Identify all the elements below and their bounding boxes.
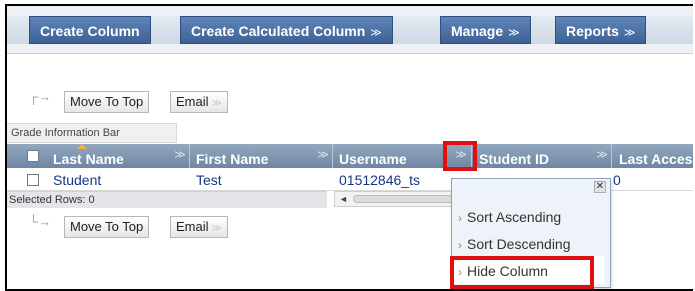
chevron-right-icon: ›	[458, 238, 462, 252]
double-chevron-down-icon: ≫	[211, 98, 222, 109]
cell-first-name: Test	[196, 172, 222, 188]
column-menu-icon[interactable]: ≫	[595, 148, 609, 162]
column-divider	[611, 144, 612, 168]
chevron-right-icon: ›	[458, 211, 462, 225]
corner-arrow-icon: └→	[29, 214, 52, 229]
cell-edge-digit: 0	[613, 172, 621, 188]
close-icon[interactable]: ✕	[594, 181, 606, 193]
grade-information-bar[interactable]: Grade Information Bar	[7, 123, 177, 143]
email-button-bottom[interactable]: Email ≫	[170, 216, 228, 238]
create-calculated-column-label: Create Calculated Column	[191, 23, 366, 39]
scroll-left-icon[interactable]: ◄	[339, 192, 348, 206]
highlight-hide-column	[450, 256, 594, 289]
reports-button[interactable]: Reports ≫	[555, 16, 647, 44]
cell-username: 01512846_ts	[339, 172, 420, 188]
move-to-top-button-bottom[interactable]: Move To Top	[64, 216, 150, 238]
gradebook-frame: Create Column Create Calculated Column ≫ …	[5, 4, 693, 291]
cell-last-name[interactable]: Student	[53, 169, 101, 191]
double-chevron-down-icon: ≫	[508, 27, 520, 39]
column-header-last-name[interactable]: Last Name	[47, 144, 167, 168]
manage-button[interactable]: Manage ≫	[440, 16, 531, 44]
horizontal-scrollbar[interactable]: ◄	[334, 191, 454, 207]
menu-item-label: Sort Descending	[467, 236, 571, 252]
highlight-column-menu	[443, 141, 477, 171]
create-column-label: Create Column	[40, 23, 140, 39]
selected-rows-count: Selected Rows: 0	[7, 191, 327, 208]
menu-item-sort-descending[interactable]: › Sort Descending	[458, 236, 571, 252]
create-calculated-column-button[interactable]: Create Calculated Column ≫	[180, 16, 393, 44]
create-column-button[interactable]: Create Column	[29, 16, 151, 44]
manage-label: Manage	[451, 23, 504, 39]
column-menu-icon[interactable]: ≫	[316, 148, 330, 162]
column-header-first-name[interactable]: First Name	[190, 144, 310, 168]
double-chevron-down-icon: ≫	[623, 27, 636, 39]
move-to-top-button-top[interactable]: Move To Top	[64, 91, 150, 113]
email-button-top[interactable]: Email ≫	[170, 91, 228, 113]
reports-label: Reports	[566, 23, 619, 39]
scrollbar-thumb[interactable]	[353, 195, 453, 203]
email-label: Email	[176, 219, 209, 234]
column-header-username[interactable]: Username	[333, 144, 443, 168]
column-header-last-access[interactable]: Last Acces	[613, 144, 693, 168]
column-header-student-id[interactable]: Student ID	[473, 144, 583, 168]
email-label: Email	[176, 94, 209, 109]
double-chevron-down-icon: ≫	[370, 27, 382, 39]
row-checkbox[interactable]	[27, 174, 39, 186]
column-menu-icon[interactable]: ≫	[173, 148, 187, 162]
menu-item-sort-ascending[interactable]: › Sort Ascending	[458, 209, 561, 225]
double-chevron-down-icon: ≫	[211, 223, 222, 234]
menu-item-label: Sort Ascending	[467, 209, 562, 225]
select-all-checkbox[interactable]	[27, 150, 39, 162]
corner-arrow-icon: ┌→	[29, 89, 52, 104]
